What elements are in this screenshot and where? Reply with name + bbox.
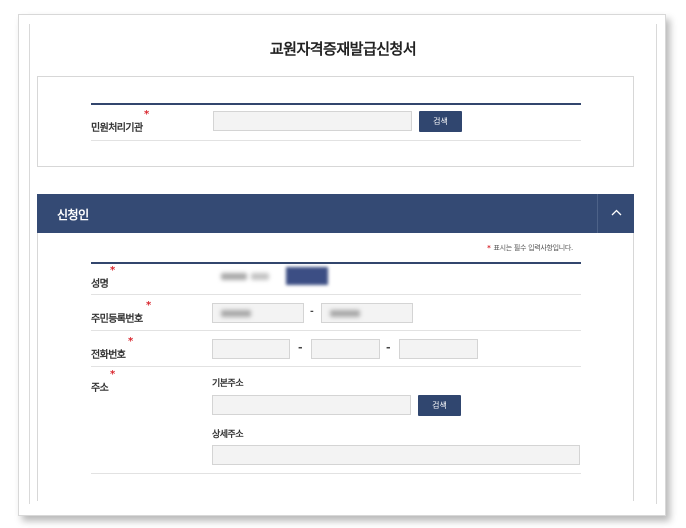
required-mark: *	[146, 300, 152, 311]
required-mark: *	[128, 336, 134, 347]
required-mark: *	[144, 109, 150, 120]
phone-part3-input[interactable]	[399, 339, 478, 359]
rrn-separator: -	[310, 307, 314, 317]
phone-part1-input[interactable]	[212, 339, 290, 359]
phone-separator: -	[298, 341, 303, 354]
row-divider	[91, 473, 581, 474]
rrn-back-input[interactable]	[321, 303, 413, 323]
basic-address-input[interactable]	[212, 395, 411, 415]
required-note-text: 표시는 필수 입력사항입니다.	[493, 244, 574, 252]
phone-label: 전화번호	[91, 350, 126, 361]
required-note-mark: *	[487, 244, 491, 252]
form-container: 교원자격증재발급신청서 민원처리기관 * 검색 신청인 *표시는 필수 입력사	[29, 24, 657, 504]
page-title: 교원자격증재발급신청서	[269, 40, 417, 58]
rrn-front-masked	[221, 310, 251, 317]
table-top-border	[91, 262, 581, 264]
detail-address-label: 상세주소	[212, 430, 244, 440]
chevron-up-icon	[611, 209, 622, 216]
org-section: 민원처리기관 * 검색	[37, 76, 634, 167]
row-divider	[91, 294, 581, 295]
required-mark: *	[110, 369, 116, 380]
org-label: 민원처리기관	[91, 123, 143, 134]
screenshot-frame: 교원자격증재발급신청서 민원처리기관 * 검색 신청인 *표시는 필수 입력사	[18, 14, 666, 516]
org-input[interactable]	[213, 111, 412, 131]
applicant-section-header[interactable]: 신청인	[37, 194, 634, 233]
org-row: 민원처리기관 * 검색	[91, 105, 581, 141]
address-search-button[interactable]: 검색	[418, 395, 461, 416]
name-masked-button	[286, 267, 328, 285]
collapse-toggle-button[interactable]	[597, 194, 634, 233]
required-note: * 표시는 필수 입력사항입니다.	[487, 243, 573, 253]
row-divider	[91, 330, 581, 331]
rrn-front-input[interactable]	[212, 303, 304, 323]
applicant-section-title: 신청인	[57, 208, 89, 222]
required-mark: *	[110, 265, 116, 276]
name-masked-value	[251, 273, 269, 280]
name-label: 성명	[91, 279, 109, 290]
org-search-button[interactable]: 검색	[419, 111, 462, 132]
address-label: 주소	[91, 383, 109, 394]
basic-address-label: 기본주소	[212, 379, 244, 389]
name-masked-value	[221, 273, 247, 280]
phone-separator: -	[386, 341, 391, 354]
rrn-back-masked	[330, 310, 360, 317]
detail-address-input[interactable]	[212, 445, 580, 465]
phone-part2-input[interactable]	[311, 339, 380, 359]
rrn-label: 주민등록번호	[91, 314, 143, 325]
row-divider	[91, 366, 581, 367]
applicant-section-body: *표시는 필수 입력사항입니다. 성명 * 주민등록번호 * - 전화번호 *	[37, 233, 634, 501]
